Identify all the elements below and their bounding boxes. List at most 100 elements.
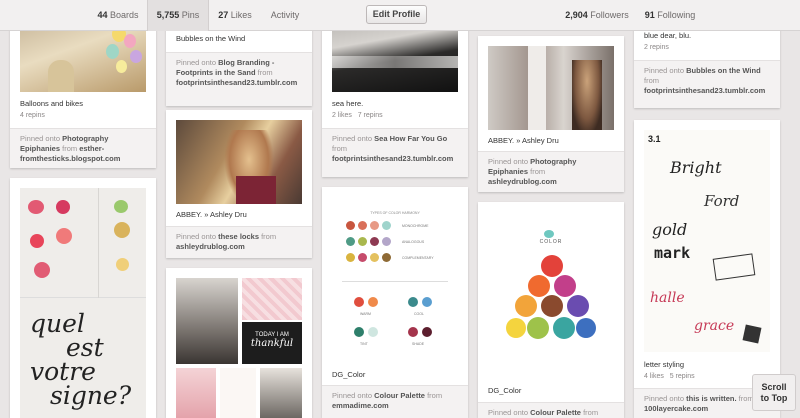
scroll-line-1: Scroll	[761, 382, 787, 392]
pin-image-quel-est[interactable]: quel est votre signe?	[20, 188, 146, 418]
tab-likes[interactable]: 27 Likes	[212, 0, 258, 31]
pin-image-abbey-window[interactable]	[488, 46, 614, 130]
window-light	[528, 46, 546, 130]
figure-silhouette	[572, 60, 602, 130]
collage-portrait	[176, 278, 238, 364]
pin-attribution: Pinned onto Sea How Far You Go from foot…	[322, 128, 468, 177]
swatch-ana-1	[346, 237, 355, 246]
source-link[interactable]: footprintsinthesand23.tumblr.com	[332, 154, 453, 163]
board-link[interactable]: Colour Palette	[530, 408, 581, 417]
pinned-onto-label: Pinned onto	[20, 134, 61, 143]
tab-pins[interactable]: 5,755 Pins	[147, 0, 209, 31]
pin-card-abbey-hair[interactable]: ABBEY. » Ashley Dru Pinned onto these lo…	[166, 110, 312, 258]
pin-repins[interactable]: 5 repins	[670, 373, 695, 380]
pin-card-sea[interactable]: sea here. 2 likes 7 repins Pinned onto S…	[322, 20, 468, 177]
balloon-purple	[130, 50, 142, 63]
divider-line	[342, 281, 448, 282]
pin-repins[interactable]: 2 repins	[644, 44, 669, 51]
source-link[interactable]: ashleydrublog.com	[488, 177, 557, 186]
following-label: Following	[657, 10, 696, 20]
balloon-cream	[116, 60, 127, 73]
balloon-pink	[124, 34, 136, 48]
pin-image-lettering[interactable]: 3.1 Bright Ford gold mark halle grace	[644, 130, 770, 352]
from-label: from	[427, 391, 443, 400]
swatch-coral	[56, 228, 72, 244]
tab-activity[interactable]: Activity	[264, 0, 306, 31]
source-link[interactable]: 100layercake.com	[644, 404, 708, 413]
pin-attribution: Pinned onto Colour Palette from emmadime…	[322, 385, 468, 418]
board-link[interactable]: this is written.	[686, 394, 736, 403]
art-word-ford: Ford	[704, 192, 740, 210]
pins-count: 5,755	[156, 10, 180, 20]
board-link[interactable]: Colour Palette	[374, 391, 425, 400]
swatch-gold	[114, 222, 130, 238]
pin-attribution: Pinned onto Bubbles on the Wind from foo…	[634, 60, 780, 108]
tab-boards[interactable]: 44 Boards	[91, 0, 145, 31]
followers-count: 2,904	[565, 10, 588, 20]
pin-repins[interactable]: 4 repins	[20, 112, 45, 119]
swatch-warm-1	[354, 297, 364, 307]
pin-image-collage[interactable]: TODAY I AM thankful	[176, 278, 302, 418]
label-cool: COOL	[414, 312, 424, 316]
board-link[interactable]: Bubbles on the Wind	[686, 66, 761, 75]
red-sweater	[236, 176, 276, 204]
from-label: from	[261, 232, 277, 241]
watercolor-grid	[20, 188, 146, 298]
art-black-square	[742, 324, 762, 344]
swatch-cool-1	[408, 297, 418, 307]
wheel-title: COLOR	[539, 239, 563, 245]
board-link[interactable]: these locks	[218, 232, 259, 241]
pin-likes[interactable]: 2 likes	[332, 112, 352, 119]
pin-likes[interactable]: 4 likes	[644, 373, 664, 380]
pin-image-color-wheel[interactable]: COLOR	[488, 202, 614, 378]
board-link[interactable]: Sea How Far You Go	[374, 134, 447, 143]
pin-card-dg-color-2[interactable]: COLOR DG_Color Pinned onto Colour Palett…	[478, 202, 624, 418]
swatch-comp-2	[358, 253, 367, 262]
source-link[interactable]: ashleydrublog.com	[176, 242, 245, 251]
pin-card-quel-est[interactable]: quel est votre signe?	[10, 178, 156, 418]
balloon-mint	[106, 44, 119, 59]
likes-count: 27	[218, 10, 229, 20]
swatch-red	[28, 200, 44, 214]
from-label: from	[530, 167, 546, 176]
source-link[interactable]: footprintsinthesand23.tumblr.com	[176, 78, 297, 87]
pin-card-dg-color-1[interactable]: TYPES OF COLOR HARMONY MONOCHROME ANALOG…	[322, 187, 468, 418]
pin-description: ABBEY. » Ashley Dru	[488, 136, 559, 145]
harmony-heading: TYPES OF COLOR HARMONY	[370, 211, 420, 215]
swatch-mono-4	[382, 221, 391, 230]
logo-mark	[544, 230, 554, 238]
collage-pink-swatch	[176, 368, 216, 418]
edit-profile-button[interactable]: Edit Profile	[366, 5, 427, 24]
scroll-to-top-button[interactable]: Scroll to Top	[752, 374, 796, 411]
swatch-tint-1	[354, 327, 364, 337]
from-label: from	[332, 144, 347, 153]
profile-nav-bar: 44 Boards 5,755 Pins 27 Likes Activity E…	[0, 0, 800, 31]
activity-label: Activity	[270, 10, 300, 20]
pin-image-abbey-hair[interactable]	[176, 120, 302, 204]
boards-count: 44	[97, 10, 108, 20]
swatch-shade-2	[422, 327, 432, 337]
swatch-crimson	[56, 200, 70, 214]
pin-card-balloons[interactable]: Balloons and bikes 4 repins Pinned onto …	[10, 20, 156, 168]
tab-followers[interactable]: 2,904 Followers	[562, 0, 632, 31]
pin-card-abbey-window[interactable]: ABBEY. » Ashley Dru Pinned onto Photogra…	[478, 36, 624, 192]
art-word-mark: mark	[654, 244, 691, 262]
source-link[interactable]: emmadime.com	[332, 401, 389, 410]
handwritten-question: quel est votre signe?	[30, 311, 131, 408]
pinned-onto-label: Pinned onto	[488, 408, 529, 417]
following-count: 91	[644, 10, 655, 20]
label-monochrome: MONOCHROME	[402, 224, 429, 228]
tab-following[interactable]: 91 Following	[642, 0, 698, 31]
swatch-comp-3	[370, 253, 379, 262]
label-warm: WARM	[360, 312, 371, 316]
pin-card-blue-dear[interactable]: blue dear, blu. 2 repins Pinned onto Bub…	[634, 20, 780, 108]
swatch-mono-1	[346, 221, 355, 230]
pin-image-color-harmony[interactable]: TYPES OF COLOR HARMONY MONOCHROME ANALOG…	[332, 197, 458, 363]
swatch-ana-3	[370, 237, 379, 246]
source-link[interactable]: footprintsinthesand23.tumblr.com	[644, 86, 765, 95]
pinned-onto-label: Pinned onto	[176, 232, 217, 241]
art-word-halle: halle	[650, 290, 685, 306]
pin-repins[interactable]: 7 repins	[358, 112, 383, 119]
pin-card-collage[interactable]: TODAY I AM thankful	[166, 268, 312, 418]
pin-card-bubbles[interactable]: Bubbles on the Wind Pinned onto Blog Bra…	[166, 20, 312, 106]
